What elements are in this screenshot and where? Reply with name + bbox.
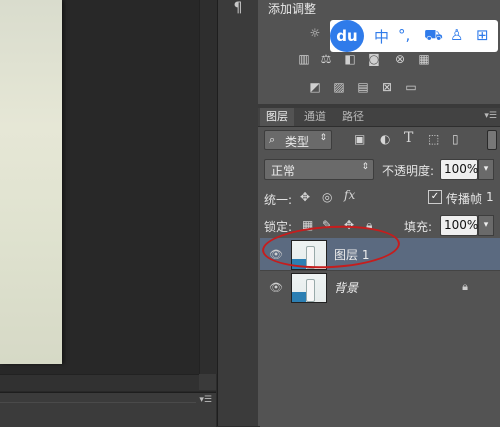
opacity-input[interactable]: 100%: [440, 159, 478, 180]
document-image[interactable]: [0, 0, 62, 364]
tab-paths[interactable]: 路径: [336, 108, 370, 126]
gradient-map-icon[interactable]: ▭: [403, 80, 419, 94]
paragraph-icon[interactable]: ¶: [224, 0, 252, 18]
opacity-dropdown-button[interactable]: ▾: [478, 159, 494, 180]
adjustments-title: 添加调整: [268, 2, 317, 16]
fill-label: 填充:: [404, 220, 433, 234]
opacity-value: 100%: [444, 162, 479, 176]
fill-dropdown-button[interactable]: ▾: [478, 215, 494, 236]
layer-filter-label: 类型: [285, 135, 310, 149]
panel-menu-icon[interactable]: ▾☰: [199, 395, 212, 405]
blend-mode-select[interactable]: 正常 ⇕: [264, 159, 374, 180]
grid-icon[interactable]: ⊞: [476, 26, 489, 44]
tab-channels[interactable]: 通道: [298, 108, 332, 126]
chevron-updown-icon: ⇕: [361, 162, 369, 172]
unify-style-icon[interactable]: fx: [344, 188, 355, 202]
horizontal-scrollbar[interactable]: [0, 374, 216, 391]
layer-filter-select[interactable]: ⌕ 类型 ⇕: [264, 130, 332, 150]
search-icon: ⌕: [269, 133, 276, 146]
user-icon[interactable]: ♙: [450, 26, 463, 44]
layer-row[interactable]: 👁︎ 背景 🔒︎: [260, 270, 500, 303]
brightness-icon[interactable]: ☼: [307, 26, 323, 40]
scroll-corner: [199, 374, 216, 390]
layers-tabbar: 图层 通道 路径 ▾☰: [258, 108, 500, 127]
toolbox-icon[interactable]: ⛟: [424, 26, 443, 46]
grid-lookup-icon[interactable]: ▦: [416, 52, 432, 66]
threshold-icon[interactable]: ▤: [355, 80, 371, 94]
posterize-icon[interactable]: ▨: [331, 80, 347, 94]
channel-mixer-icon[interactable]: ⊗: [392, 52, 408, 66]
layer-name[interactable]: 背景: [334, 279, 358, 296]
ime-punctuation-toggle[interactable]: °,: [398, 26, 410, 44]
filter-toggle[interactable]: [484, 128, 498, 152]
type-filter-icon[interactable]: T: [404, 130, 413, 146]
tab-layers[interactable]: 图层: [260, 108, 294, 126]
ime-toolbar[interactable]: du 中 °, ⛟ ♙ ⊞: [330, 20, 498, 52]
fill-input[interactable]: 100%: [440, 215, 478, 236]
eye-icon[interactable]: 👁︎: [269, 281, 283, 294]
pixel-filter-icon[interactable]: ▣: [354, 132, 365, 146]
smart-object-filter-icon[interactable]: ▯: [452, 132, 459, 146]
selective-color-icon[interactable]: ⊠: [379, 80, 395, 94]
photo-filter-icon[interactable]: ◙: [366, 52, 382, 66]
panel-menu-icon[interactable]: ▾☰: [484, 111, 497, 121]
invert-icon[interactable]: ◩: [307, 80, 323, 94]
layer-thumbnail: [291, 273, 327, 303]
unify-position-icon[interactable]: ✥: [300, 190, 310, 204]
propagate-label: 传播帧: [446, 192, 483, 206]
blend-mode-value: 正常: [271, 164, 296, 178]
propagate-checkbox[interactable]: ✓: [428, 190, 442, 204]
adjustment-filter-icon[interactable]: ◐: [380, 132, 390, 146]
ime-logo[interactable]: du: [330, 20, 364, 52]
opacity-label: 不透明度:: [382, 164, 435, 178]
collapsed-panel-strip: [217, 0, 259, 426]
propagate-value: 1: [486, 190, 494, 204]
bottom-panel: ▾☰: [0, 392, 216, 427]
bw-icon[interactable]: ◧: [342, 52, 358, 66]
fill-value: 100%: [444, 218, 479, 232]
vertical-scrollbar[interactable]: [199, 0, 217, 374]
shape-filter-icon[interactable]: ⬚: [428, 132, 439, 146]
chevron-updown-icon: ⇕: [319, 133, 327, 143]
unify-visibility-icon[interactable]: ◎: [322, 190, 332, 204]
balance-icon[interactable]: ⚖: [318, 52, 334, 66]
ime-chinese-toggle[interactable]: 中: [374, 26, 389, 47]
unify-label: 统一:: [264, 193, 293, 207]
levels-icon[interactable]: ▥: [296, 52, 312, 66]
bottom-divider: [0, 402, 196, 403]
lock-icon: 🔒︎: [462, 280, 468, 293]
